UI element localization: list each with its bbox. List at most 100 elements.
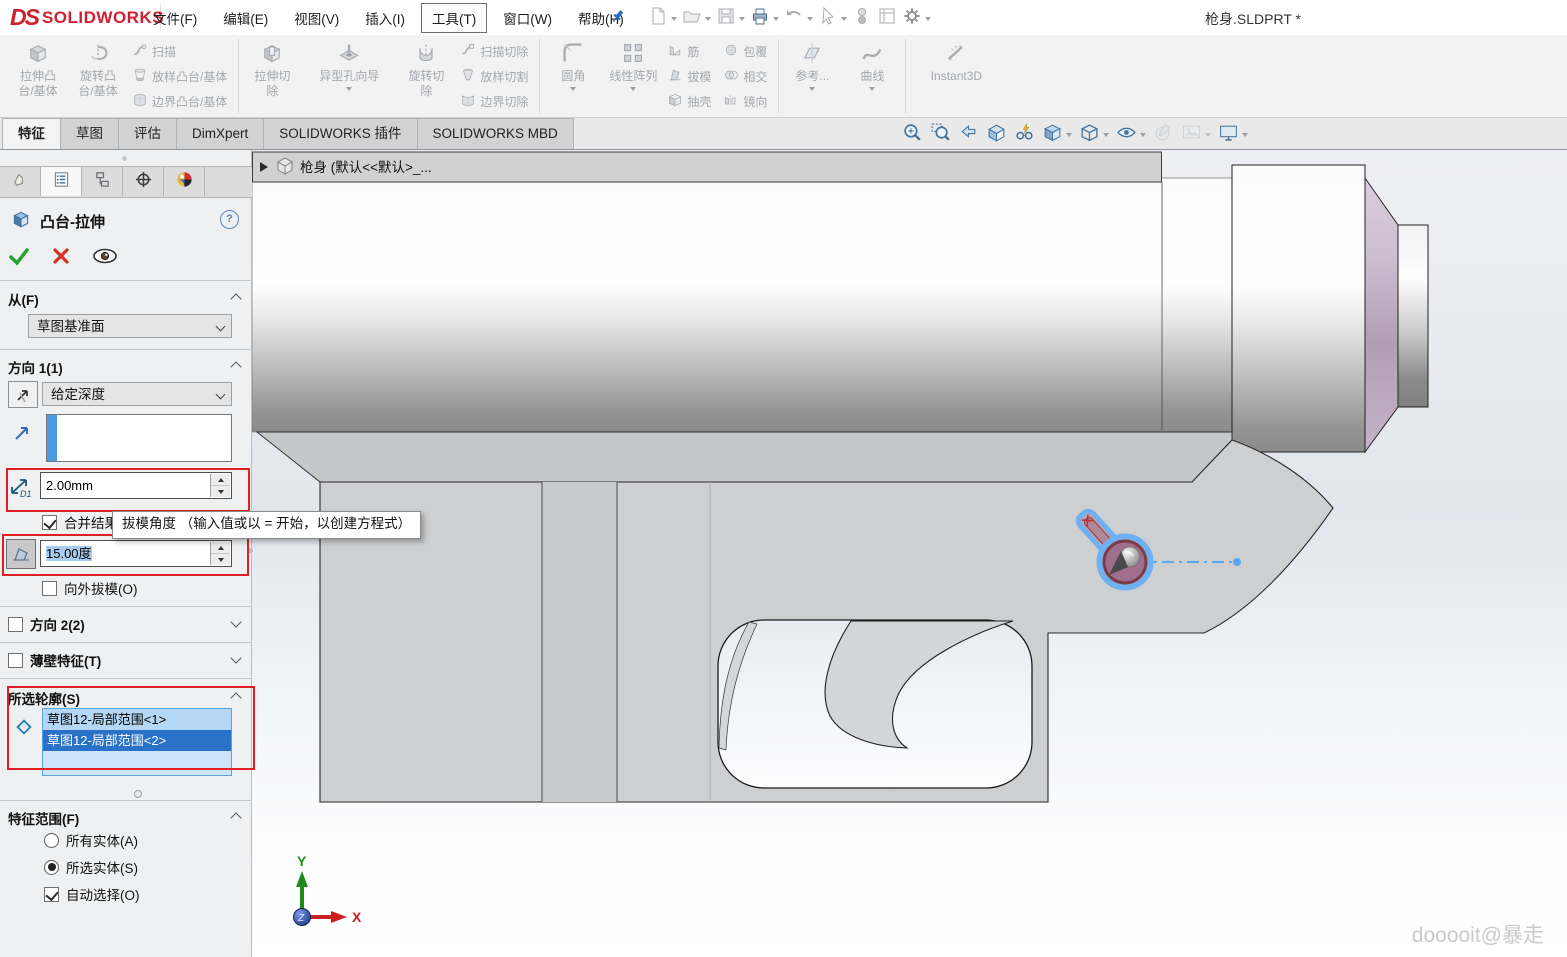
save-button[interactable] — [716, 6, 745, 31]
listbox-resize-dot[interactable] — [134, 790, 142, 798]
ribbon-sweep-cut-button[interactable]: 扫描切除 — [456, 39, 536, 64]
draft-on-off-button[interactable] — [6, 539, 36, 569]
print-button[interactable] — [750, 6, 779, 31]
tab-评估[interactable]: 评估 — [118, 118, 177, 149]
ribbon-hole-wizard-button[interactable]: 异型孔向导 — [302, 35, 396, 117]
ribbon-rib-button[interactable]: 筋 — [663, 39, 719, 64]
from-dropdown[interactable]: 草图基准面 — [28, 314, 232, 338]
view-settings-button[interactable] — [1218, 122, 1248, 148]
tab-solidworks-插件[interactable]: SOLIDWORKS 插件 — [263, 118, 417, 149]
annotation-views-button[interactable] — [1014, 122, 1035, 148]
direction-reference-selectbox[interactable] — [46, 414, 232, 462]
model-taper-face[interactable] — [1365, 178, 1398, 452]
model-muzzle-cylinder[interactable] — [1232, 165, 1365, 452]
open-button[interactable] — [682, 6, 711, 31]
ribbon-boundary-button[interactable]: 边界凸台/基体 — [128, 89, 235, 114]
ribbon-draft-button[interactable]: 拔模 — [663, 64, 719, 89]
direction1-section-header[interactable]: 方向 1(1) — [8, 357, 63, 377]
model-end-tip[interactable] — [1398, 225, 1428, 407]
dimxpert-manager-tab[interactable] — [123, 167, 164, 196]
display-manager-tab[interactable] — [164, 167, 205, 196]
zoom-area-button[interactable] — [930, 122, 951, 148]
display-style-button[interactable] — [1079, 122, 1109, 148]
undo-button[interactable] — [784, 6, 813, 31]
zoom-fit-button[interactable] — [902, 122, 923, 148]
end-condition-dropdown[interactable]: 给定深度 — [42, 382, 232, 406]
task-pane-button[interactable] — [877, 6, 897, 31]
apply-scene-button[interactable] — [1181, 122, 1211, 148]
scope-radio-1[interactable] — [44, 833, 59, 848]
expand-thin-icon[interactable] — [230, 652, 241, 663]
graphics-viewport[interactable]: 枪身 (默认<<默认>_... Y X Z dooooit@暴走 — [252, 150, 1567, 957]
menu-item-6[interactable]: 窗口(W) — [490, 3, 565, 33]
panel-splitter-handle[interactable] — [248, 548, 253, 553]
ribbon-instant3d-button[interactable]: Instant3D — [909, 35, 1003, 117]
scope-option-row[interactable]: 自动选择(O) — [44, 884, 140, 904]
menu-item-2[interactable]: 编辑(E) — [210, 3, 281, 33]
from-section-header[interactable]: 从(F) — [8, 289, 39, 309]
direction2-checkbox[interactable] — [8, 617, 23, 632]
hide-show-button[interactable] — [1116, 122, 1146, 148]
scope-option-row[interactable]: 所有实体(A) — [44, 830, 138, 850]
collapse-scope-icon[interactable] — [230, 812, 241, 823]
options-gear-button[interactable] — [902, 6, 931, 31]
new-document-button[interactable] — [648, 6, 677, 31]
selected-contours-header[interactable]: 所选轮廓(S) — [8, 688, 80, 708]
menu-item-5[interactable]: 工具(T) — [421, 3, 487, 33]
feature-scope-header[interactable]: 特征范围(F) — [8, 808, 79, 828]
collapse-direction1-icon[interactable] — [230, 361, 241, 372]
tab-特征[interactable]: 特征 — [2, 118, 61, 149]
draft-angle-field[interactable]: 15.00度 — [40, 540, 232, 567]
tab-solidworks-mbd[interactable]: SOLIDWORKS MBD — [417, 118, 574, 149]
selected-contours-listbox[interactable]: 草图12-局部范围<1>草图12-局部范围<2> — [42, 708, 232, 776]
ribbon-boundary-cut-button[interactable]: 边界切除 — [456, 89, 536, 114]
edit-appearance-button[interactable] — [1153, 122, 1174, 148]
depth-spinner[interactable] — [210, 474, 230, 497]
flyout-featuremanager-bar[interactable]: 枪身 (默认<<默认>_... — [253, 152, 1162, 182]
ribbon-pattern-button[interactable]: 线性阵列 — [603, 35, 663, 117]
property-manager-tab[interactable] — [41, 167, 82, 196]
ok-button[interactable] — [8, 246, 30, 271]
depth-field[interactable]: 2.00mm — [40, 472, 232, 499]
collapse-contours-icon[interactable] — [230, 692, 241, 703]
expand-direction2-icon[interactable] — [230, 616, 241, 627]
view-orientation-button[interactable] — [1042, 122, 1072, 148]
contour-list-item[interactable]: 草图12-局部范围<2> — [43, 730, 231, 751]
direction2-row[interactable]: 方向 2(2) — [8, 614, 85, 634]
merge-result-row[interactable]: 合并结果 — [42, 512, 118, 532]
contour-list-item[interactable]: 草图12-局部范围<1> — [43, 709, 231, 730]
ribbon-revolve-button[interactable]: 旋转凸台/基体 — [68, 35, 128, 117]
ribbon-reference-button[interactable]: 参考... — [782, 35, 842, 117]
configuration-manager-tab[interactable] — [82, 167, 123, 196]
menu-item-4[interactable]: 插入(I) — [352, 3, 418, 33]
draft-spinner[interactable] — [210, 542, 230, 565]
ribbon-curves-button[interactable]: 曲线 — [842, 35, 902, 117]
ribbon-loft-cut-button[interactable]: 放样切割 — [456, 64, 536, 89]
scope-checkbox-3[interactable] — [44, 887, 59, 902]
tab-dimxpert[interactable]: DimXpert — [176, 118, 264, 149]
menu-item-3[interactable]: 视图(V) — [281, 3, 352, 33]
menu-item-1[interactable]: 文件(F) — [140, 3, 210, 33]
pin-menu-icon[interactable] — [608, 7, 627, 31]
panel-resize-dot[interactable] — [122, 156, 127, 161]
help-icon[interactable]: ? — [220, 210, 239, 229]
model-frame-band[interactable] — [257, 432, 1232, 482]
selection-toggle-button[interactable] — [852, 6, 872, 31]
ribbon-shell-button[interactable]: 抽壳 — [663, 89, 719, 114]
feature-manager-tab[interactable] — [0, 167, 41, 196]
reverse-direction-button[interactable] — [8, 381, 38, 408]
ribbon-sweep-button[interactable]: 扫描 — [128, 39, 235, 64]
section-view-button[interactable] — [986, 122, 1007, 148]
ribbon-mirror-button[interactable]: 镜向 — [719, 89, 775, 114]
preview-eye-icon[interactable] — [92, 248, 118, 269]
collapse-from-icon[interactable] — [230, 293, 241, 304]
select-button[interactable] — [818, 6, 847, 31]
tab-草图[interactable]: 草图 — [60, 118, 119, 149]
scope-option-row[interactable]: 所选实体(S) — [44, 857, 138, 877]
cancel-button[interactable] — [52, 247, 70, 270]
ribbon-boss-extrude-button[interactable]: 拉伸凸台/基体 — [8, 35, 68, 117]
ribbon-wrap-button[interactable]: 包覆 — [719, 39, 775, 64]
draft-outward-row[interactable]: 向外拔模(O) — [42, 578, 138, 598]
model-barrel[interactable] — [252, 178, 1232, 432]
ribbon-intersect-button[interactable]: 相交 — [719, 64, 775, 89]
